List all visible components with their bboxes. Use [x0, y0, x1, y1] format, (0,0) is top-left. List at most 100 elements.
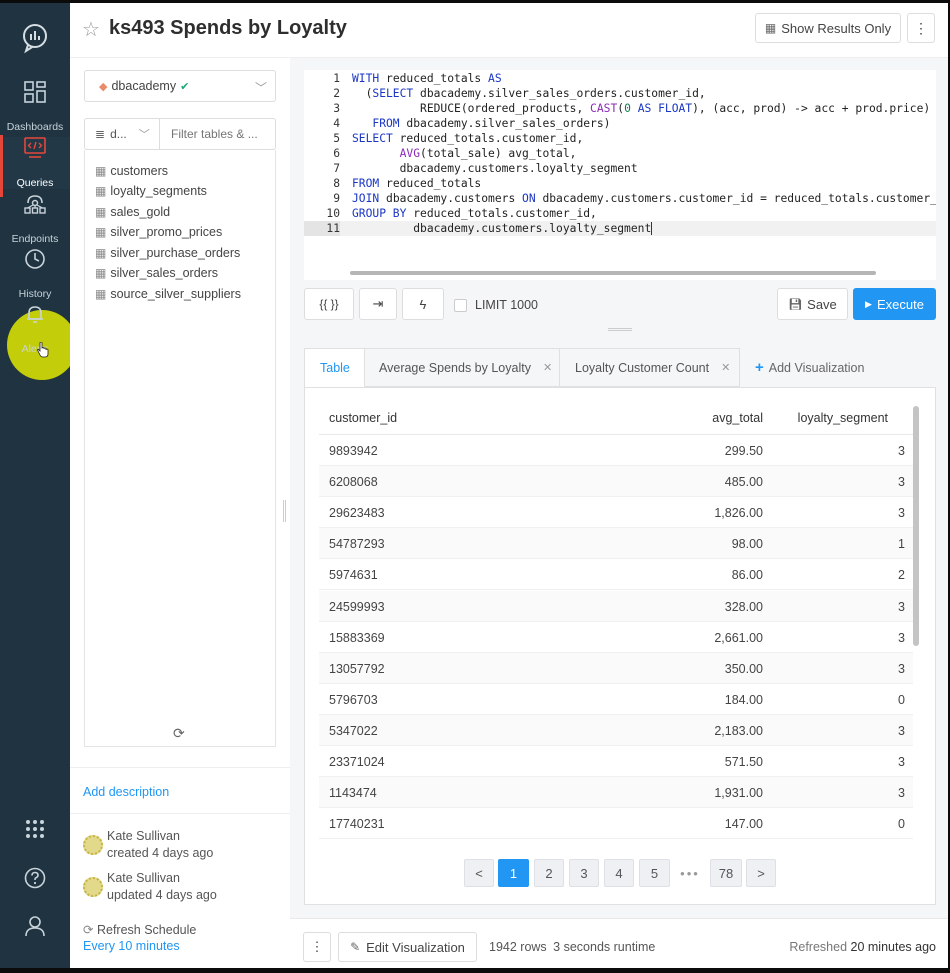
runtime: 3 seconds runtime: [553, 940, 656, 954]
table-row: 54787293 98.00 1: [319, 528, 913, 560]
table-cell: 1,826.00: [714, 506, 763, 521]
panel-resize-handle[interactable]: [283, 500, 286, 522]
table-row: 17740231 147.00 0: [319, 808, 913, 840]
query-editor[interactable]: 1 WITH reduced_totals AS 2 (SELECT dbacad…: [304, 70, 936, 280]
pagination-page[interactable]: 5: [639, 859, 670, 887]
limit-checkbox[interactable]: [454, 298, 467, 312]
close-icon[interactable]: ✕: [543, 361, 552, 374]
nav-item-queries[interactable]: Queries: [0, 135, 70, 197]
table-cell: 54787293: [329, 537, 385, 552]
more-options-button[interactable]: ⋮: [907, 13, 935, 43]
table-cell: 29623483: [329, 506, 385, 521]
column-header[interactable]: loyalty_segment: [798, 411, 888, 425]
code-line: 7 dbacademy.customers.loyalty_segment: [333, 162, 638, 175]
user-icon[interactable]: [25, 915, 45, 937]
format-query-button[interactable]: ⇥: [359, 288, 397, 320]
autocomplete-toggle-button[interactable]: ϟ: [402, 288, 444, 320]
pagination-prev[interactable]: <: [464, 859, 494, 887]
editor-resize-handle[interactable]: [608, 328, 632, 331]
nav-item-endpoints[interactable]: Endpoints: [0, 193, 70, 245]
left-nav: Dashboards Queries Endpoints History Ale…: [0, 3, 77, 968]
table-cell: 24599993: [329, 599, 385, 614]
tab-average-spends[interactable]: Average Spends by Loyalty ✕: [364, 348, 560, 387]
author-when: created 4 days ago: [107, 846, 214, 860]
table-header: customer_id avg_total loyalty_segment: [319, 400, 913, 435]
pagination-page[interactable]: 78: [710, 859, 742, 887]
refresh-icon: ⟳: [83, 923, 94, 937]
filter-tables-input[interactable]: [171, 127, 271, 141]
nav-label: History: [18, 288, 52, 300]
main-area: ☆ ks493 Spends by Loyalty ▦ Show Results…: [70, 3, 948, 968]
table-cell: 3: [898, 506, 905, 521]
pagination-page[interactable]: 3: [569, 859, 599, 887]
schema-panel: ◆ dbacademy ✔ ﹀ ≣ d... ﹀ ▦customers ▦loy…: [70, 58, 290, 968]
table-cell: 3: [898, 786, 905, 801]
footer-more-button[interactable]: ⋮: [303, 932, 331, 962]
table-item[interactable]: ▦ silver_sales_orders: [95, 264, 218, 282]
limit-toggle[interactable]: LIMIT 1000: [454, 298, 538, 312]
editor-horizontal-scrollbar[interactable]: [350, 271, 876, 275]
table-row: 5974631 86.00 2: [319, 559, 913, 591]
pagination-next[interactable]: >: [746, 859, 776, 887]
nav-item-history[interactable]: History: [0, 248, 70, 300]
pagination-page[interactable]: 4: [604, 859, 634, 887]
database-picker[interactable]: ≣ d... ﹀: [85, 119, 160, 149]
table-item[interactable]: ▦ silver_purchase_orders: [95, 244, 240, 262]
tab-loyalty-customer-count[interactable]: Loyalty Customer Count ✕: [560, 348, 740, 387]
page-title[interactable]: ks493 Spends by Loyalty: [109, 17, 347, 40]
refresh-schedule-label: ⟳ Refresh Schedule: [83, 922, 196, 937]
column-header[interactable]: customer_id: [329, 411, 397, 425]
apps-grid-icon[interactable]: [25, 819, 45, 839]
table-cell: 5347022: [329, 723, 378, 738]
help-icon[interactable]: [24, 867, 46, 889]
refresh-schema-icon[interactable]: ⟳: [173, 725, 185, 742]
table-name: sales_gold: [110, 205, 171, 219]
datasource-select[interactable]: ◆ dbacademy ✔ ﹀: [84, 70, 276, 102]
show-results-only-button[interactable]: ▦ Show Results Only: [755, 13, 901, 43]
nav-item-dashboards[interactable]: Dashboards: [0, 81, 70, 133]
table-row: 9893942 299.50 3: [319, 435, 913, 466]
table-cell: 5796703: [329, 692, 378, 707]
table-icon: ▦: [95, 205, 107, 219]
close-icon[interactable]: ✕: [721, 361, 730, 374]
save-button[interactable]: 💾︎ Save: [777, 288, 848, 320]
add-description-link[interactable]: Add description: [83, 785, 169, 799]
speech-chart-logo[interactable]: [22, 23, 48, 55]
table-row: 23371024 571.50 3: [319, 746, 913, 777]
refreshed-time: Refreshed 20 minutes ago: [789, 940, 936, 954]
code-line: 2 (SELECT dbacademy.silver_sales_orders.…: [333, 87, 706, 100]
table-icon: ▦: [764, 21, 777, 35]
results-vertical-scrollbar[interactable]: [913, 406, 919, 646]
datasource-name: dbacademy: [111, 79, 177, 93]
author-when: updated 4 days ago: [107, 888, 217, 902]
table-name: customers: [110, 164, 168, 178]
table-row: 5347022 2,183.00 3: [319, 714, 913, 746]
pagination-page[interactable]: 1: [498, 859, 529, 887]
lightning-icon: ϟ: [419, 296, 427, 312]
datasource-cube-icon: ◆: [99, 80, 108, 93]
indent-icon: ⇥: [372, 296, 384, 311]
add-visualization-label: Add Visualization: [768, 360, 865, 375]
table-cell: 299.50: [724, 444, 763, 458]
column-header[interactable]: avg_total: [712, 411, 763, 425]
nav-item-alerts[interactable]: Alerts: [0, 303, 70, 355]
tab-table[interactable]: Table: [304, 348, 365, 387]
table-item[interactable]: ▦ source_silver_suppliers: [95, 285, 241, 303]
code-line: 9 JOIN dbacademy.customers ON dbacademy.c…: [333, 192, 936, 205]
refresh-schedule-link[interactable]: Every 10 minutes: [83, 939, 180, 953]
edit-visualization-button[interactable]: ✎ Edit Visualization: [338, 932, 477, 962]
table-cell: 147.00: [724, 817, 763, 832]
table-item[interactable]: ▦ silver_promo_prices: [95, 223, 222, 241]
table-list: ▦ customers ▦ loyalty_segments ▦ sales_gold…: [84, 150, 276, 747]
pagination-page[interactable]: 2: [534, 859, 564, 887]
table-item[interactable]: ▦ sales_gold: [95, 203, 170, 221]
table-name: silver_sales_orders: [110, 266, 219, 280]
add-visualization-button[interactable]: + Add Visualization: [740, 348, 880, 387]
add-parameter-button[interactable]: {{ }}: [304, 288, 354, 320]
table-item[interactable]: ▦ loyalty_segments: [95, 182, 207, 200]
favorite-star-icon[interactable]: ☆: [82, 17, 100, 42]
table-item[interactable]: ▦ customers: [95, 162, 168, 180]
alerts-icon: [27, 306, 43, 323]
execute-button[interactable]: ▶ Execute: [853, 288, 936, 320]
refresh-schedule-text: Refresh Schedule: [96, 923, 197, 937]
